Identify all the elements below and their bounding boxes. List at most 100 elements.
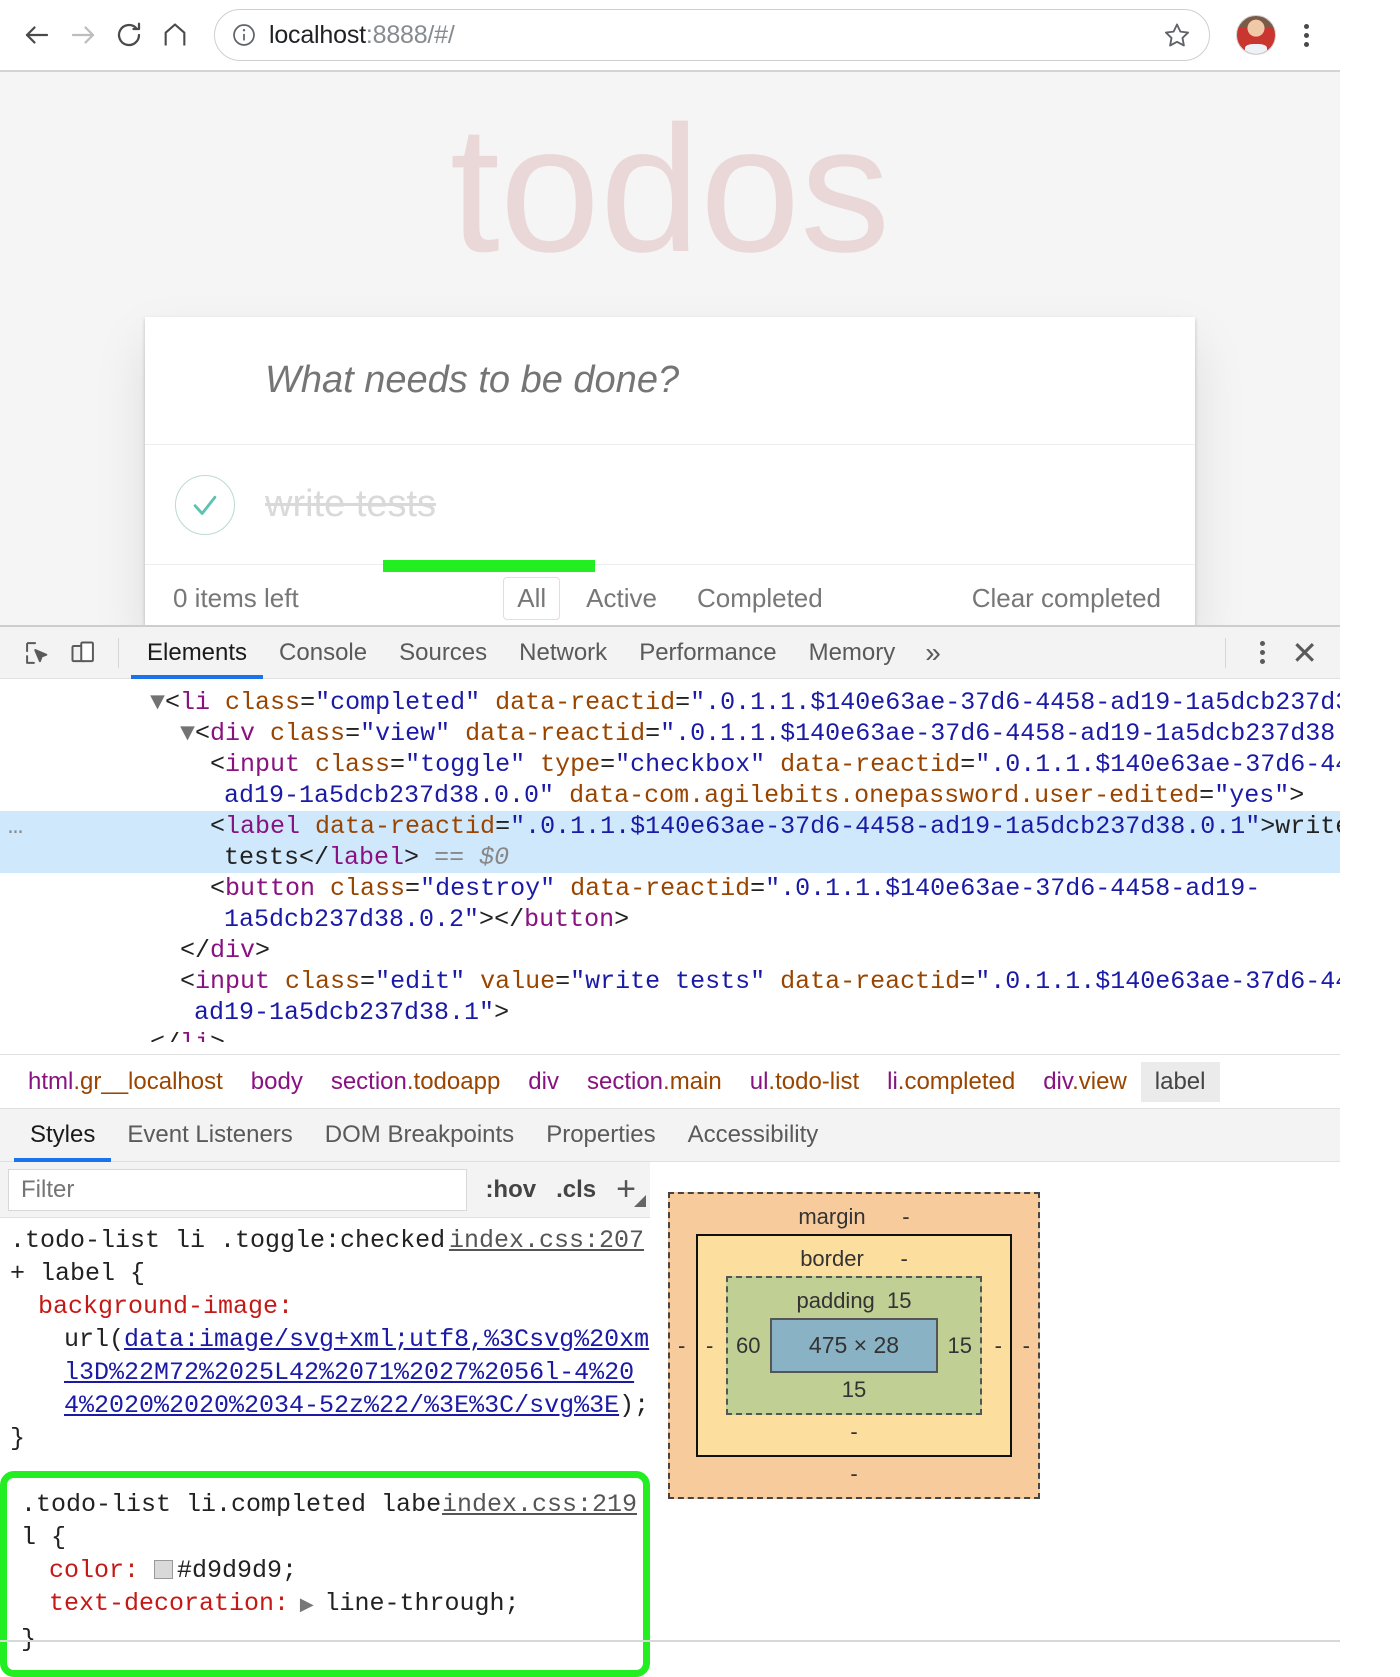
box-model-margin-bottom[interactable]: - (670, 1461, 1038, 1487)
info-circle-icon[interactable] (231, 22, 257, 48)
more-tabs-button[interactable]: » (911, 637, 955, 669)
tab-styles[interactable]: Styles (14, 1108, 111, 1162)
box-model-border-left[interactable]: - (706, 1333, 713, 1359)
dom-token-punc: < (210, 874, 225, 903)
dom-tree-row[interactable]: <input class="edit" value="write tests" … (0, 966, 1340, 997)
breadcrumb-item-label[interactable]: label (1141, 1062, 1220, 1102)
expand-triangle-icon[interactable]: ▶ (289, 1596, 324, 1616)
chrome-menu-button[interactable] (1286, 24, 1326, 47)
tab-performance[interactable]: Performance (623, 627, 792, 679)
close-devtools-button[interactable]: ✕ (1287, 637, 1322, 669)
dom-tree-row[interactable]: ▼<div class="view" data-reactid=".0.1.1.… (0, 718, 1340, 749)
css-property[interactable]: background-image: (38, 1292, 293, 1321)
style-filter-input[interactable] (8, 1169, 467, 1211)
css-selector[interactable]: .todo-list li.completed label { (21, 1490, 441, 1552)
filter-all[interactable]: All (503, 577, 560, 620)
css-value[interactable]: line-through; (325, 1589, 520, 1618)
dom-expand-triangle[interactable]: ▼ (150, 688, 165, 717)
css-declaration[interactable]: background-image: url(data:image/svg+xml… (10, 1290, 650, 1422)
dom-token-val: "write tests" (570, 967, 765, 996)
box-model-margin[interactable]: margin - - - border - - - padding 15 60 … (668, 1192, 1040, 1499)
tab-event-listeners[interactable]: Event Listeners (111, 1108, 308, 1162)
dom-tree[interactable]: ▼<li class="completed" data-reactid=".0.… (0, 679, 1340, 1054)
box-model-border-right[interactable]: - (995, 1333, 1002, 1359)
cls-button[interactable]: .cls (546, 1176, 606, 1204)
filter-completed[interactable]: Completed (683, 577, 837, 620)
box-model-margin-right[interactable]: - (1023, 1333, 1030, 1359)
dom-tree-row[interactable]: …<label data-reactid=".0.1.1.$140e63ae-3… (0, 811, 1340, 842)
reload-button[interactable] (106, 12, 152, 58)
tab-sources[interactable]: Sources (383, 627, 503, 679)
breadcrumb-item-section[interactable]: section.main (573, 1062, 736, 1102)
dom-tree-row[interactable]: </li> (0, 1028, 1340, 1054)
dom-tree-row[interactable]: 1a5dcb237d38.0.2"></button> (0, 904, 1340, 935)
devtools-menu-button[interactable] (1238, 641, 1287, 664)
forward-button[interactable] (60, 12, 106, 58)
css-value-url[interactable]: data:image/svg+xml;utf8,%3Csvg%20xml3D%2… (64, 1325, 649, 1420)
box-model-padding-bottom[interactable]: 15 (728, 1377, 980, 1403)
todo-label[interactable]: write tests (265, 483, 436, 526)
tab-memory[interactable]: Memory (793, 627, 912, 679)
dom-tree-row[interactable]: <button class="destroy" data-reactid=".0… (0, 873, 1340, 904)
tab-elements[interactable]: Elements (131, 627, 263, 679)
css-declaration[interactable]: color: #d9d9d9; (21, 1554, 643, 1587)
clear-completed-button[interactable]: Clear completed (966, 582, 1167, 615)
css-property[interactable]: color: (49, 1556, 139, 1585)
box-model-content[interactable]: 475 × 28 (770, 1318, 938, 1373)
breadcrumb-item-div[interactable]: div (514, 1062, 573, 1102)
tab-dom-breakpoints[interactable]: DOM Breakpoints (309, 1108, 530, 1162)
dom-tree-row[interactable]: tests</label> == $0 (0, 842, 1340, 873)
css-value[interactable]: #d9d9d9; (177, 1556, 297, 1585)
css-source-link[interactable]: index.css:219 (442, 1488, 637, 1521)
box-model-border-top[interactable]: - (900, 1246, 907, 1271)
breadcrumb-item-li[interactable]: li.completed (873, 1062, 1029, 1102)
box-model-padding-top[interactable]: 15 (887, 1288, 911, 1313)
tab-network[interactable]: Network (503, 627, 623, 679)
check-icon[interactable] (175, 475, 235, 535)
inspect-element-button[interactable] (14, 633, 60, 673)
breadcrumb-item-body[interactable]: body (237, 1062, 317, 1102)
avatar[interactable] (1236, 15, 1276, 55)
css-selector[interactable]: .todo-list li .toggle:checked + label { (10, 1226, 460, 1288)
box-model-padding[interactable]: padding 15 60 15 475 × 28 15 (726, 1276, 982, 1415)
home-button[interactable] (152, 12, 198, 58)
todo-toggle[interactable] (145, 475, 265, 535)
tab-accessibility[interactable]: Accessibility (672, 1108, 835, 1162)
breadcrumb-item-html[interactable]: html.gr__localhost (14, 1062, 237, 1102)
dom-tree-row[interactable]: </div> (0, 935, 1340, 966)
dom-expand-triangle[interactable]: ▼ (180, 719, 195, 748)
breadcrumb-item-ul[interactable]: ul.todo-list (736, 1062, 873, 1102)
todo-list-item[interactable]: write tests (145, 445, 1195, 565)
dom-tree-row[interactable]: <input class="toggle" type="checkbox" da… (0, 749, 1340, 780)
box-model-padding-right[interactable]: 15 (948, 1333, 972, 1359)
box-model-border-bottom[interactable]: - (698, 1419, 1010, 1445)
browser-chrome: localhost:8888/#/ (0, 0, 1340, 70)
back-button[interactable] (14, 12, 60, 58)
box-model-padding-left[interactable]: 60 (736, 1333, 760, 1359)
device-toolbar-button[interactable] (60, 633, 106, 673)
new-todo-input[interactable] (145, 359, 1195, 402)
filter-active[interactable]: Active (572, 577, 671, 620)
css-source-link[interactable]: index.css:207 (449, 1224, 644, 1257)
dom-tree-row[interactable]: ad19-1a5dcb237d38.1"> (0, 997, 1340, 1028)
breadcrumb-item-div[interactable]: div.view (1029, 1062, 1141, 1102)
hov-button[interactable]: :hov (475, 1176, 546, 1204)
css-rule-highlighted[interactable]: index.css:219.todo-list li.completed lab… (0, 1471, 650, 1677)
css-declaration[interactable]: text-decoration: ▶ line-through; (21, 1587, 643, 1623)
dom-tree-row[interactable]: ▼<li class="completed" data-reactid=".0.… (0, 687, 1340, 718)
dom-tree-row[interactable]: ad19-1a5dcb237d38.0.0" data-com.agilebit… (0, 780, 1340, 811)
new-style-rule-button[interactable]: + (606, 1170, 650, 1209)
dom-row-ellipsis[interactable]: … (8, 811, 25, 842)
css-property[interactable]: text-decoration: (49, 1589, 289, 1618)
breadcrumb-item-section[interactable]: section.todoapp (317, 1062, 514, 1102)
address-bar[interactable]: localhost:8888/#/ (214, 9, 1210, 61)
box-model-margin-left[interactable]: - (678, 1333, 685, 1359)
tab-properties[interactable]: Properties (530, 1108, 671, 1162)
css-rule[interactable]: index.css:207.todo-list li .toggle:check… (0, 1218, 650, 1461)
star-icon[interactable] (1163, 21, 1191, 49)
box-model-margin-top[interactable]: - (902, 1204, 909, 1229)
box-model-border[interactable]: border - - - padding 15 60 15 475 × 28 1… (696, 1234, 1012, 1457)
color-swatch[interactable] (154, 1560, 173, 1579)
tab-console[interactable]: Console (263, 627, 383, 679)
url-text[interactable]: localhost:8888/#/ (269, 21, 1163, 50)
